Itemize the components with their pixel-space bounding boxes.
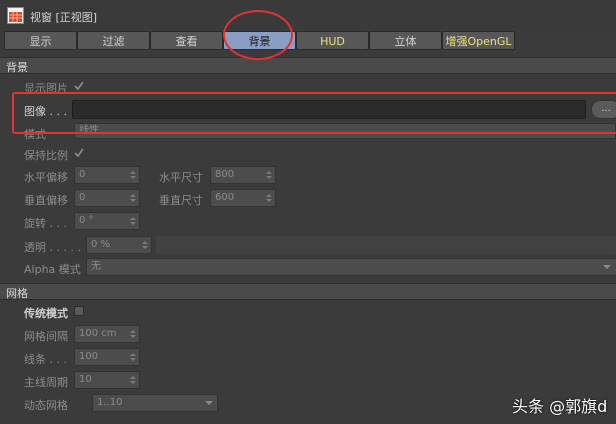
rotate-value: 0 °: [79, 215, 94, 226]
rotate-input[interactable]: 0 °: [74, 212, 140, 230]
tab-stereo[interactable]: 立体: [369, 31, 442, 50]
transparency-label: 透明 . . . . .: [24, 241, 81, 254]
dynamic-grid-dropdown[interactable]: 1..10: [92, 394, 218, 412]
dynamic-grid-label: 动态网格: [24, 399, 68, 412]
h-size-input[interactable]: 800: [210, 166, 276, 184]
grid-section-header[interactable]: 网格: [0, 283, 616, 300]
spinner-arrows-icon[interactable]: [130, 375, 136, 385]
tab-filter[interactable]: 过滤: [77, 31, 150, 50]
major-period-value: 10: [79, 374, 92, 385]
v-offset-input[interactable]: 0: [74, 189, 140, 207]
grid-spacing-value: 100 cm: [79, 328, 117, 339]
chevron-down-icon: [205, 401, 213, 405]
lines-input[interactable]: 100: [74, 348, 140, 366]
v-size-value: 600: [215, 192, 235, 203]
dynamic-grid-value: 1..10: [97, 397, 123, 408]
spinner-arrows-icon[interactable]: [266, 193, 272, 203]
alpha-mode-label: Alpha 模式: [24, 263, 81, 276]
lines-value: 100: [79, 351, 99, 362]
tab-view[interactable]: 查看: [150, 31, 223, 50]
annotation-circle: [223, 10, 293, 60]
v-offset-label: 垂直偏移: [24, 194, 68, 207]
chevron-down-icon: [603, 265, 611, 269]
spinner-arrows-icon[interactable]: [130, 329, 136, 339]
keep-ratio-label: 保持比例: [24, 149, 68, 162]
grid-section-title: 网格: [6, 287, 28, 300]
major-period-input[interactable]: 10: [74, 371, 140, 389]
alpha-mode-value: 无: [91, 261, 101, 272]
spinner-arrows-icon[interactable]: [266, 170, 272, 180]
show-image-checkbox[interactable]: [74, 81, 84, 91]
spinner-arrows-icon[interactable]: [130, 193, 136, 203]
h-offset-input[interactable]: 0: [74, 166, 140, 184]
keep-ratio-checkbox[interactable]: [74, 148, 84, 158]
viewport-window-icon: [7, 7, 24, 24]
transparency-input[interactable]: 0 %: [86, 236, 152, 254]
transparency-value: 0 %: [91, 239, 111, 250]
spinner-arrows-icon[interactable]: [130, 216, 136, 226]
h-offset-label: 水平偏移: [24, 171, 68, 184]
spinner-arrows-icon[interactable]: [130, 170, 136, 180]
v-size-input[interactable]: 600: [210, 189, 276, 207]
watermark-text: 头条 @郭旗d: [512, 397, 608, 416]
h-offset-value: 0: [79, 169, 86, 180]
tab-display[interactable]: 显示: [4, 31, 77, 50]
tab-enhanced-opengl[interactable]: 增强OpenGL: [442, 31, 515, 50]
legacy-mode-checkbox[interactable]: [74, 306, 84, 316]
h-size-value: 800: [215, 169, 235, 180]
annotation-rectangle: [12, 92, 616, 134]
transparency-slider[interactable]: [156, 236, 616, 254]
window-title: 视窗 [正视图]: [30, 11, 98, 24]
h-size-label: 水平尺寸: [159, 171, 203, 184]
v-size-label: 垂直尺寸: [159, 194, 203, 207]
background-section-title: 背景: [6, 61, 28, 74]
spinner-arrows-icon[interactable]: [142, 240, 148, 250]
legacy-mode-label: 传统模式: [24, 307, 68, 320]
major-period-label: 主线周期: [24, 376, 68, 389]
spinner-arrows-icon[interactable]: [130, 352, 136, 362]
v-offset-value: 0: [79, 192, 86, 203]
background-section-header[interactable]: 背景: [0, 57, 616, 74]
grid-spacing-input[interactable]: 100 cm: [74, 325, 140, 343]
lines-label: 线条 . . .: [24, 353, 67, 366]
alpha-mode-dropdown[interactable]: 无: [86, 258, 616, 276]
rotate-label: 旋转 . . .: [24, 217, 67, 230]
grid-spacing-label: 网格间隔: [24, 330, 68, 343]
tab-hud[interactable]: HUD: [296, 31, 369, 50]
